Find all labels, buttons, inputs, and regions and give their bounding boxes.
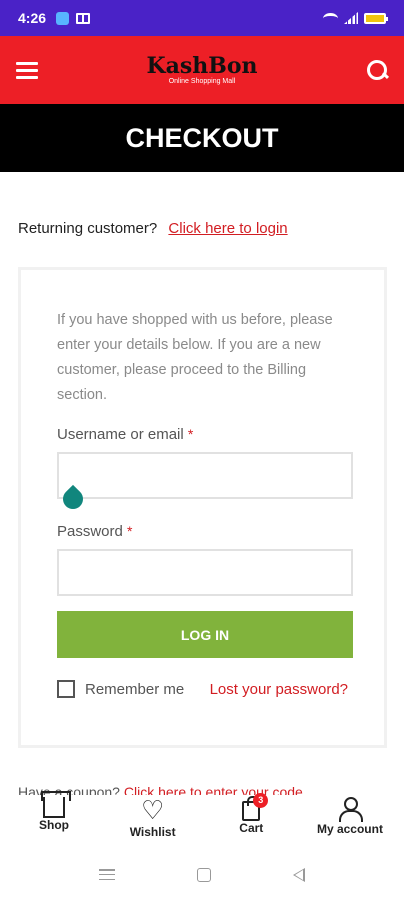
nav-cart-label: Cart	[239, 821, 264, 835]
cart-icon: 3	[242, 793, 269, 821]
username-field[interactable]	[57, 452, 353, 499]
returning-customer-notice: Returning customer? Click here to login	[18, 220, 288, 237]
back-icon[interactable]	[293, 867, 305, 882]
login-link[interactable]: Click here to login	[168, 220, 287, 237]
nav-shop[interactable]: Shop	[14, 791, 94, 849]
status-bar: 4:26	[0, 0, 404, 36]
search-icon[interactable]	[366, 59, 388, 81]
site-logo[interactable]: KashBon Online Shopping Mall	[146, 55, 257, 85]
required-marker: *	[187, 426, 194, 442]
shop-icon	[41, 791, 71, 818]
nav-shop-label: Shop	[39, 818, 69, 832]
remember-label: Remember me	[85, 680, 185, 698]
logo-tagline: Online Shopping Mall	[168, 78, 236, 85]
site-header: KashBon Online Shopping Mall	[0, 36, 404, 104]
password-label-text: Password	[57, 523, 123, 540]
checkout-banner: CHECKOUT	[0, 104, 404, 172]
login-button[interactable]: LOG IN	[57, 611, 353, 658]
wifi-icon	[323, 12, 338, 24]
book-notification-icon	[76, 12, 91, 24]
required-marker: *	[127, 523, 133, 539]
remember-me[interactable]: Remember me	[57, 680, 184, 698]
android-navigation-bar	[0, 849, 404, 900]
cart-count-badge: 3	[253, 793, 269, 808]
username-label-text: Username or email	[57, 426, 184, 443]
password-label: Password *	[57, 523, 348, 540]
nav-account-label: My account	[316, 822, 383, 836]
nav-cart[interactable]: 3 Cart	[211, 793, 291, 849]
login-intro-text: If you have shopped with us before, plea…	[57, 312, 333, 403]
nav-wishlist-label: Wishlist	[129, 825, 176, 839]
text-cursor-handle[interactable]	[61, 484, 85, 512]
bottom-navigation: Shop ♡ Wishlist 3 Cart My account	[0, 791, 404, 849]
recent-apps-icon[interactable]	[99, 869, 115, 880]
nav-account[interactable]: My account	[310, 795, 390, 849]
password-field[interactable]	[57, 549, 353, 596]
heart-icon: ♡	[141, 795, 165, 825]
page-title: CHECKOUT	[125, 122, 279, 153]
signal-icon	[344, 12, 358, 24]
menu-icon[interactable]	[16, 61, 38, 79]
remember-checkbox[interactable]	[57, 680, 75, 698]
user-icon	[338, 797, 363, 822]
status-time: 4:26	[18, 10, 47, 26]
login-options: Remember me Lost your password?	[57, 680, 348, 698]
battery-icon	[364, 12, 388, 24]
app-notification-icon	[56, 11, 70, 25]
nav-wishlist[interactable]: ♡ Wishlist	[113, 795, 193, 849]
returning-customer-text: Returning customer?	[18, 220, 158, 237]
lost-password-link[interactable]: Lost your password?	[210, 681, 348, 698]
home-icon[interactable]	[197, 867, 211, 882]
logo-text: KashBon	[146, 53, 258, 79]
username-label: Username or email *	[57, 426, 348, 443]
status-icons	[323, 12, 388, 24]
